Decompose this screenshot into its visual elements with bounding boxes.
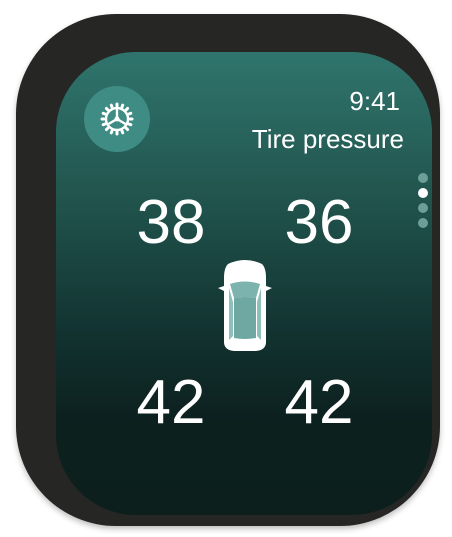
page-dot[interactable] [418,218,428,228]
tire-rear-left-pressure: 42 [136,368,206,437]
tire-front-right-pressure: 36 [284,188,354,257]
gear-icon [100,102,134,136]
settings-button[interactable] [84,86,150,152]
car-top-view-icon [218,260,272,351]
page-dot-active[interactable] [418,188,428,198]
page-title: Tire pressure [251,124,404,154]
page-dot[interactable] [418,173,428,183]
page-indicator[interactable] [418,173,430,233]
tire-rear-right-pressure: 42 [284,368,354,437]
watch-case: 9:41 Tire pressure 38 36 42 42 [16,14,440,526]
page-dot[interactable] [418,203,428,213]
clock-time: 9:41 [349,86,400,116]
watch-screen: 9:41 Tire pressure 38 36 42 42 [56,52,432,515]
tire-front-left-pressure: 38 [136,188,206,257]
